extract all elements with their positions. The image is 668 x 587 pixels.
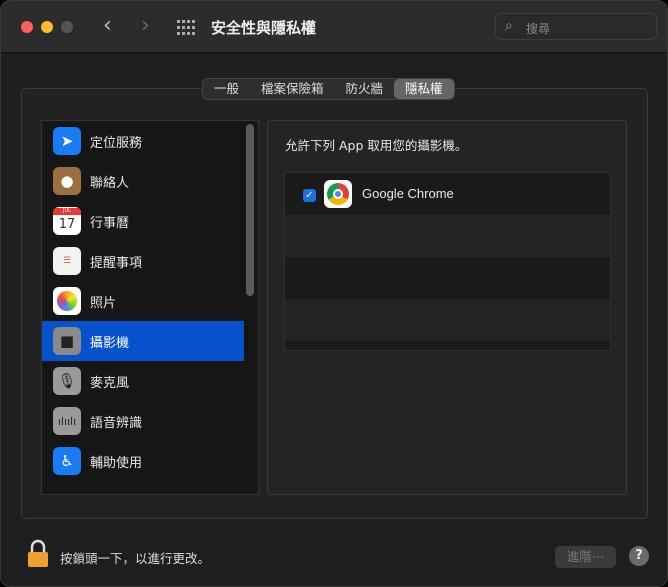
microphone-icon: 🎙 [53, 367, 81, 395]
sidebar-item-label: 麥克風 [90, 375, 130, 391]
sidebar-item-accessibility[interactable]: ♿ 輔助使用 [42, 441, 244, 481]
minimize-button[interactable] [41, 21, 53, 33]
tab-filevault[interactable]: 檔案保險箱 [250, 79, 335, 99]
app-name: Google Chrome [362, 186, 454, 201]
sidebar-item-reminders[interactable]: ☰ 提醒事項 [42, 241, 244, 281]
sidebar-item-label: 行事曆 [90, 215, 130, 231]
privacy-category-list: ➤ 定位服務 ● 聯絡人 JUL 17 行事曆 ☰ 提醒事項 照片 ■ 攝影機 … [41, 120, 259, 495]
photos-icon [53, 287, 81, 315]
zoom-button[interactable] [61, 21, 73, 33]
sidebar-item-label: 攝影機 [90, 335, 130, 351]
empty-row [285, 215, 610, 257]
search-placeholder: 搜尋 [526, 22, 551, 36]
sidebar-item-label: 語音辨識 [90, 415, 143, 431]
preferences-window: ‹ › 安全性與隱私權 ⌕ 搜尋 一般 檔案保險箱 防火牆 隱私權 ➤ 定位服務… [0, 0, 668, 587]
titlebar: ‹ › 安全性與隱私權 ⌕ 搜尋 [1, 1, 667, 53]
tab-general[interactable]: 一般 [203, 79, 250, 99]
sidebar-item-speech-recognition[interactable]: ılıılı 語音辨識 [42, 401, 244, 441]
lock-hint: 按鎖頭一下，以進行更改。 [60, 551, 211, 566]
sidebar-item-label: 定位服務 [90, 135, 143, 151]
sidebar-item-location[interactable]: ➤ 定位服務 [42, 121, 244, 161]
sidebar-item-camera[interactable]: ■ 攝影機 [42, 321, 244, 361]
show-all-grid-icon[interactable] [177, 20, 195, 36]
camera-icon: ■ [53, 327, 81, 355]
camera-permissions-panel: 允許下列 App 取用您的攝影機。 ✓ Google Chrome [267, 120, 627, 495]
advanced-button[interactable]: 進階⋯ [555, 546, 616, 568]
list-scrollbar[interactable] [246, 124, 254, 296]
contacts-icon: ● [53, 167, 81, 195]
sidebar-item-label: 照片 [90, 295, 117, 311]
reminders-icon: ☰ [53, 247, 81, 275]
empty-row [285, 341, 610, 350]
chrome-icon [324, 180, 352, 208]
calendar-day: 17 [58, 217, 76, 232]
close-button[interactable] [21, 21, 33, 33]
back-chevron-icon[interactable]: ‹ [103, 13, 112, 38]
tab-privacy[interactable]: 隱私權 [394, 79, 454, 99]
empty-row [285, 299, 610, 341]
sidebar-item-contacts[interactable]: ● 聯絡人 [42, 161, 244, 201]
forward-chevron-icon[interactable]: › [141, 13, 150, 38]
help-button[interactable]: ? [629, 546, 649, 566]
panel-heading: 允許下列 App 取用您的攝影機。 [285, 138, 468, 153]
sidebar-item-calendar[interactable]: JUL 17 行事曆 [42, 201, 244, 241]
location-arrow-icon: ➤ [53, 127, 81, 155]
allow-checkbox[interactable]: ✓ [303, 189, 316, 202]
sidebar-item-photos[interactable]: 照片 [42, 281, 244, 321]
speech-recognition-icon: ılıılı [53, 407, 81, 435]
app-list: ✓ Google Chrome [284, 172, 611, 351]
search-icon: ⌕ [505, 18, 513, 34]
window-title: 安全性與隱私權 [211, 19, 317, 37]
lock-icon[interactable] [27, 539, 49, 567]
sidebar-item-microphone[interactable]: 🎙 麥克風 [42, 361, 244, 401]
calendar-icon: JUL 17 [53, 207, 81, 235]
tab-bar: 一般 檔案保險箱 防火牆 隱私權 [202, 78, 455, 100]
sidebar-item-label: 輔助使用 [90, 455, 143, 471]
empty-row [285, 257, 610, 299]
app-row-google-chrome[interactable]: ✓ Google Chrome [285, 173, 610, 215]
accessibility-icon: ♿ [53, 447, 81, 475]
search-input[interactable]: ⌕ 搜尋 [495, 13, 657, 40]
sidebar-item-label: 聯絡人 [90, 175, 130, 191]
calendar-month: JUL [53, 208, 81, 215]
sidebar-item-label: 提醒事項 [90, 255, 143, 271]
tab-firewall[interactable]: 防火牆 [335, 79, 395, 99]
